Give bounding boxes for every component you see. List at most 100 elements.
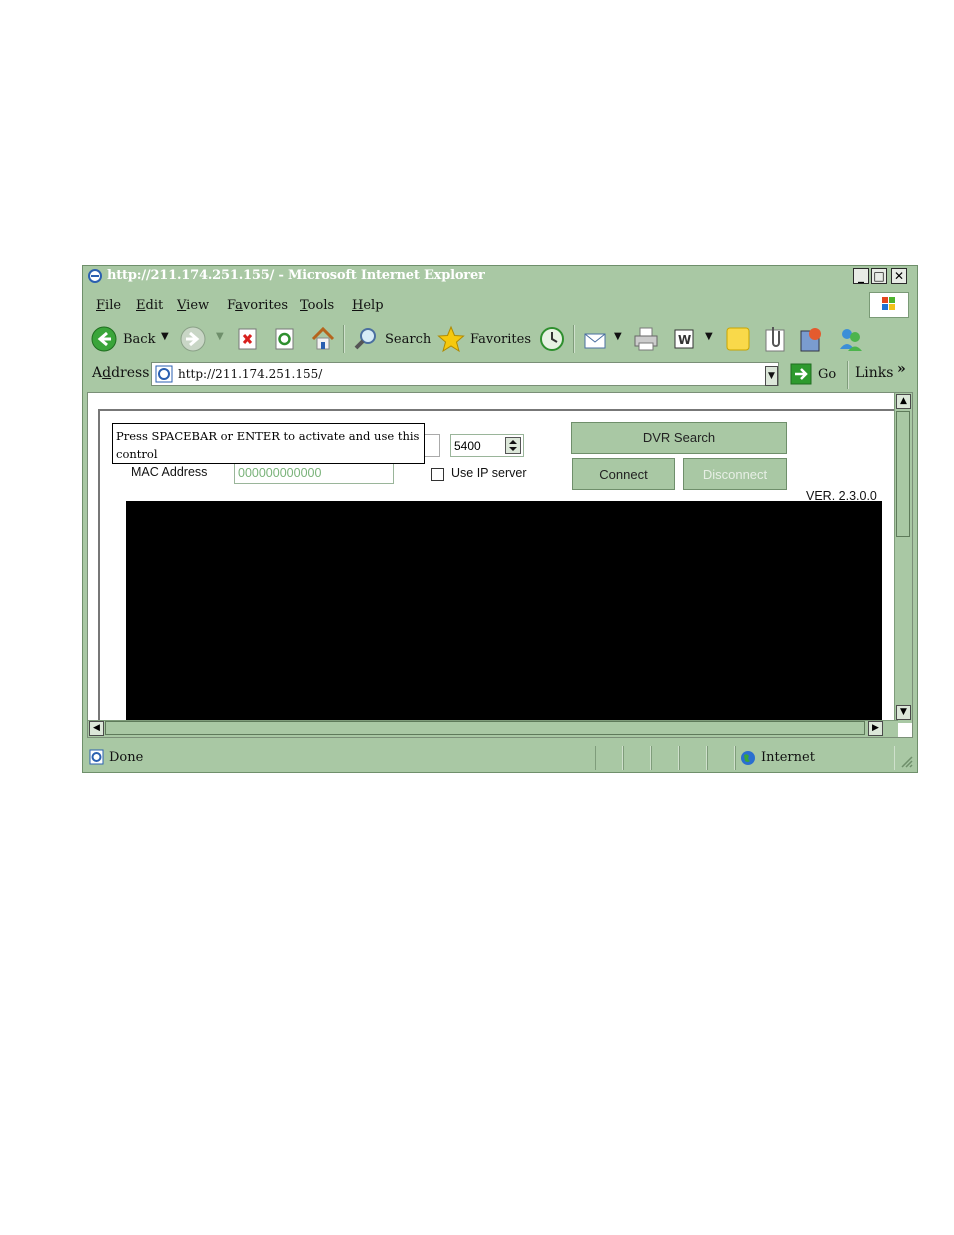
- address-label-key: d: [102, 365, 112, 381]
- discuss-note-icon[interactable]: [725, 326, 751, 356]
- port-spinner[interactable]: 5400: [450, 434, 524, 457]
- address-label-pre: A: [92, 365, 103, 381]
- menu-favorites-post: vorites: [242, 298, 289, 313]
- scroll-down-icon[interactable]: ▼: [896, 705, 911, 720]
- scroll-left-icon[interactable]: ◀: [89, 721, 104, 736]
- menu-help[interactable]: Help: [352, 298, 384, 313]
- edit-word-icon[interactable]: W: [673, 328, 695, 354]
- vertical-scrollbar[interactable]: ▲ ▼: [894, 393, 912, 723]
- links-more-icon[interactable]: »: [897, 361, 906, 377]
- title-bar[interactable]: http://211.174.251.155/ - Microsoft Inte…: [83, 266, 917, 287]
- browser-window: http://211.174.251.155/ - Microsoft Inte…: [82, 265, 918, 773]
- mac-address-label: MAC Address: [131, 465, 208, 479]
- ie-page-icon: [87, 268, 103, 288]
- favorites-star-icon[interactable]: [437, 325, 465, 357]
- go-arrow-icon[interactable]: [790, 363, 812, 389]
- address-url: http://211.174.251.155/: [178, 367, 323, 381]
- search-icon[interactable]: [353, 326, 379, 356]
- status-pane: [651, 746, 679, 770]
- back-arrow-icon[interactable]: [91, 326, 117, 356]
- page-content: Press SPACEBAR or ENTER to activate and …: [87, 392, 913, 738]
- minimize-button[interactable]: _: [853, 268, 869, 284]
- zone-text: Internet: [761, 750, 815, 765]
- globe-icon: [740, 750, 756, 770]
- activex-control-frame[interactable]: Press SPACEBAR or ENTER to activate and …: [98, 409, 898, 737]
- refresh-icon[interactable]: [274, 327, 296, 355]
- back-button-label[interactable]: Back: [123, 332, 155, 347]
- horizontal-scroll-thumb[interactable]: [105, 721, 865, 735]
- svg-text:W: W: [678, 333, 691, 347]
- menu-favorites-pre: F: [227, 298, 236, 313]
- menu-help-key: H: [352, 298, 364, 313]
- mac-address-input[interactable]: 000000000000: [234, 463, 394, 484]
- address-bar: Address http://211.174.251.155/ ▼ Go Lin…: [83, 359, 917, 389]
- menu-edit-key: E: [136, 298, 146, 313]
- address-label-post: dress: [111, 365, 150, 381]
- search-button-label[interactable]: Search: [385, 332, 431, 347]
- use-ip-server-checkbox[interactable]: [431, 468, 444, 481]
- print-icon[interactable]: [632, 326, 660, 356]
- vertical-scroll-thumb[interactable]: [896, 411, 910, 537]
- menu-favorites-key: a: [235, 298, 243, 313]
- address-dropdown-icon[interactable]: ▼: [765, 366, 778, 386]
- dvr-search-button[interactable]: DVR Search: [571, 422, 787, 454]
- menu-file[interactable]: File: [96, 298, 121, 313]
- video-display[interactable]: [126, 501, 882, 721]
- address-separator: [847, 361, 849, 389]
- go-button-label[interactable]: Go: [818, 367, 836, 382]
- forward-arrow-icon[interactable]: [180, 326, 206, 356]
- menu-help-post: elp: [363, 298, 384, 313]
- standard-toolbar: Back ▼ ▼ Search Favorites ▼ W ▼: [83, 321, 917, 357]
- menu-view-key: V: [177, 298, 187, 313]
- status-page-icon: [89, 749, 105, 769]
- home-icon[interactable]: [310, 326, 336, 356]
- links-label[interactable]: Links: [855, 365, 893, 381]
- activex-tooltip: Press SPACEBAR or ENTER to activate and …: [112, 423, 425, 464]
- scroll-up-icon[interactable]: ▲: [896, 394, 911, 409]
- status-pane: [679, 746, 707, 770]
- port-value: 5400: [454, 439, 481, 453]
- toolbar-separator: [573, 325, 575, 353]
- menu-tools-key: T: [300, 298, 308, 313]
- windows-logo-icon: [869, 292, 909, 318]
- menu-view-post: iew: [186, 298, 210, 313]
- menu-tools[interactable]: Tools: [300, 298, 334, 313]
- status-bar: Done Internet: [83, 744, 917, 772]
- close-button[interactable]: ✕: [891, 268, 907, 284]
- status-pane: [707, 746, 735, 770]
- forward-dropdown-icon[interactable]: ▼: [216, 331, 224, 342]
- paperclip-icon[interactable]: [763, 325, 787, 357]
- resize-grip-icon[interactable]: [899, 754, 913, 772]
- window-title: http://211.174.251.155/ - Microsoft Inte…: [107, 268, 485, 283]
- mail-icon[interactable]: [583, 327, 609, 355]
- menu-view[interactable]: View: [177, 298, 209, 313]
- address-input[interactable]: http://211.174.251.155/: [151, 362, 779, 386]
- zone-pane: [735, 746, 895, 770]
- address-label: Address: [92, 365, 149, 381]
- menu-file-post: ile: [105, 298, 122, 313]
- page-icon: [155, 365, 173, 387]
- edit-dropdown-icon[interactable]: ▼: [705, 331, 713, 342]
- disconnect-button[interactable]: Disconnect: [683, 458, 787, 490]
- maximize-button[interactable]: □: [871, 268, 887, 284]
- use-ip-server-label: Use IP server: [451, 466, 527, 480]
- status-pane: [595, 746, 623, 770]
- history-icon[interactable]: [539, 326, 565, 356]
- status-pane: [623, 746, 651, 770]
- menu-edit[interactable]: Edit: [136, 298, 163, 313]
- menu-tools-post: ools: [307, 298, 335, 313]
- mail-dropdown-icon[interactable]: ▼: [614, 331, 622, 342]
- connect-button[interactable]: Connect: [572, 458, 675, 490]
- menu-edit-post: dit: [145, 298, 164, 313]
- research-icon[interactable]: [797, 325, 825, 357]
- back-dropdown-icon[interactable]: ▼: [161, 331, 169, 342]
- menu-file-key: F: [96, 298, 106, 313]
- stop-icon[interactable]: [237, 327, 259, 355]
- favorites-button-label[interactable]: Favorites: [470, 332, 531, 347]
- horizontal-scrollbar[interactable]: ◀ ▶: [88, 720, 898, 737]
- scroll-right-icon[interactable]: ▶: [868, 721, 883, 736]
- menu-favorites[interactable]: Favorites: [227, 298, 288, 313]
- messenger-icon[interactable]: [837, 325, 865, 357]
- menu-bar: File Edit View Favorites Tools Help: [83, 290, 917, 318]
- spinner-arrows-icon[interactable]: [505, 437, 521, 454]
